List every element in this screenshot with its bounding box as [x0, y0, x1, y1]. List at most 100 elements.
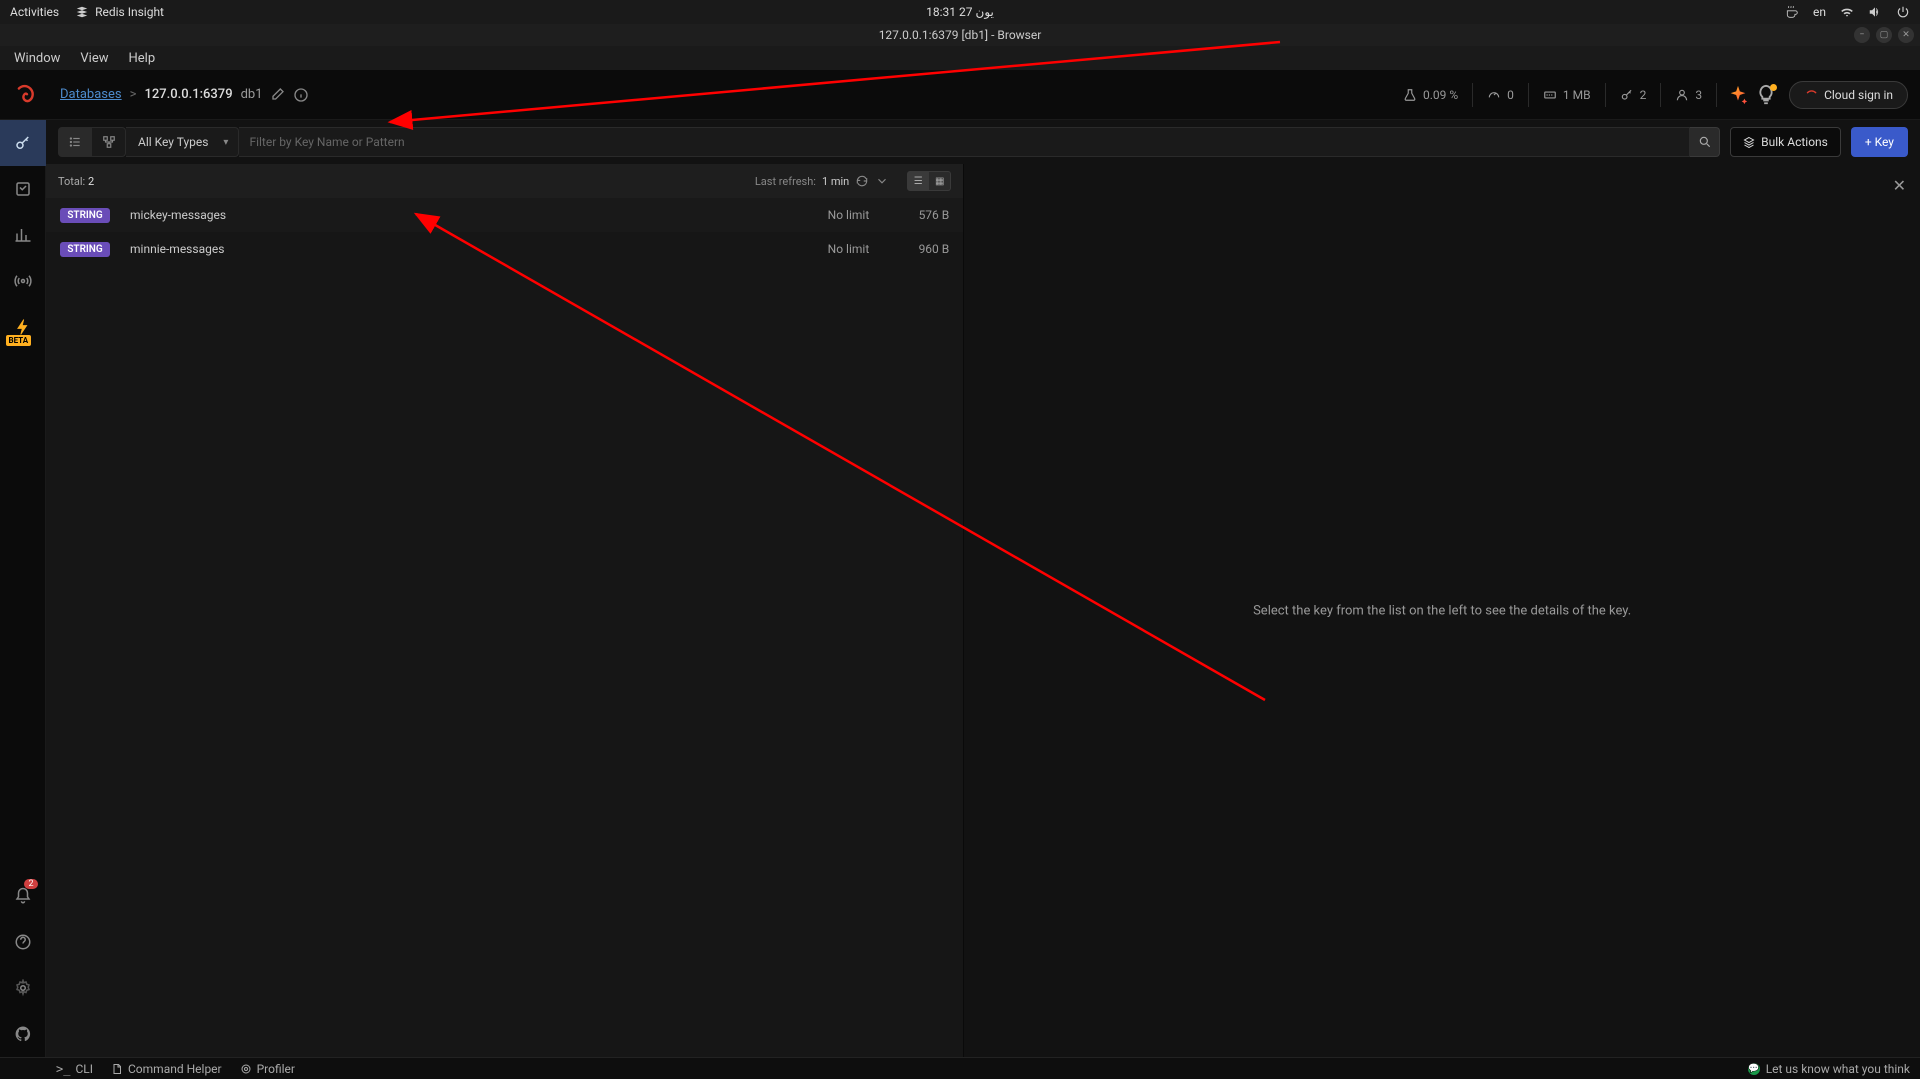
- browser-toolbar: All Key Types Bulk Actions + Key: [46, 120, 1920, 164]
- footer-command-helper[interactable]: Command Helper: [111, 1062, 222, 1076]
- table-row[interactable]: STRING minnie-messages No limit 960 B: [46, 232, 963, 266]
- system-bar: Activities Redis Insight يون 27 18:31 en: [0, 0, 1920, 24]
- wifi-icon[interactable]: [1840, 5, 1854, 19]
- user-icon: [1675, 88, 1689, 102]
- system-clock[interactable]: يون 27 18:31: [926, 5, 994, 19]
- pencil-icon[interactable]: [269, 87, 285, 103]
- key-type-label: All Key Types: [138, 135, 208, 149]
- content-area: All Key Types Bulk Actions + Key Total: …: [46, 120, 1920, 1057]
- notification-count: 2: [24, 879, 37, 889]
- app-indicator[interactable]: Redis Insight: [75, 5, 164, 19]
- activities-menu[interactable]: Activities: [10, 5, 59, 19]
- info-icon[interactable]: [293, 87, 309, 103]
- sidebar-item-pubsub[interactable]: [0, 258, 46, 304]
- key-type-tag: STRING: [60, 208, 110, 223]
- window-title: 127.0.0.1:6379 [db1] - Browser: [879, 28, 1042, 42]
- keys-list-pane: Total: 2 Last refresh: 1 min ☰ ▦: [46, 164, 964, 1057]
- stat-keys-value: 2: [1640, 88, 1647, 102]
- bulk-actions-button[interactable]: Bulk Actions: [1730, 127, 1841, 157]
- bolt-icon: [14, 318, 32, 336]
- stat-memory-value: 1 MB: [1563, 88, 1591, 102]
- columns-view-compact[interactable]: ▦: [929, 171, 951, 191]
- sidebar-item-github[interactable]: [0, 1011, 46, 1057]
- power-icon[interactable]: [1896, 5, 1910, 19]
- filter-input[interactable]: [239, 127, 1690, 157]
- key-size: 960 B: [889, 242, 949, 256]
- window-close[interactable]: ✕: [1898, 27, 1914, 43]
- total-label: Total: 2: [58, 175, 94, 188]
- footer-profiler[interactable]: Profiler: [240, 1062, 295, 1076]
- footer-feedback[interactable]: 💬 Let us know what you think: [1748, 1062, 1910, 1076]
- search-icon: [1698, 135, 1712, 149]
- key-type-tag: STRING: [60, 242, 110, 257]
- stat-commands-value: 0: [1507, 88, 1514, 102]
- coffee-icon[interactable]: [1785, 5, 1799, 19]
- menu-view[interactable]: View: [72, 49, 116, 68]
- header-stats: 0.09 % 0 1 MB 2 3 Cloud sign in: [1389, 81, 1908, 109]
- lang-indicator[interactable]: en: [1813, 5, 1826, 19]
- list-icon: [68, 135, 82, 149]
- window-maximize[interactable]: ▢: [1876, 27, 1892, 43]
- key-name: mickey-messages: [130, 208, 769, 222]
- refresh-icon[interactable]: [855, 174, 869, 188]
- key-size: 576 B: [889, 208, 949, 222]
- key-type-select[interactable]: All Key Types: [126, 127, 239, 157]
- key-name: minnie-messages: [130, 242, 769, 256]
- left-sidebar: BETA 2: [0, 120, 46, 1057]
- breadcrumb: Databases > 127.0.0.1:6379 db1: [60, 87, 309, 103]
- sidebar-item-settings[interactable]: [0, 965, 46, 1011]
- stat-clients: 3: [1661, 83, 1717, 107]
- volume-icon[interactable]: [1868, 5, 1882, 19]
- total-value: 2: [88, 175, 94, 188]
- github-icon: [14, 1025, 32, 1043]
- window-minimize[interactable]: −: [1854, 27, 1870, 43]
- stat-commands: 0: [1473, 83, 1529, 107]
- chart-icon: [14, 226, 32, 244]
- breadcrumb-db-chip: db1: [241, 87, 285, 103]
- sidebar-item-browser[interactable]: [0, 120, 46, 166]
- sidebar-item-notifications[interactable]: 2: [0, 873, 46, 919]
- menu-help[interactable]: Help: [121, 49, 164, 68]
- beta-badge: BETA: [6, 335, 32, 346]
- tips-button[interactable]: [1755, 84, 1777, 106]
- cloud-signin-button[interactable]: Cloud sign in: [1789, 81, 1908, 109]
- refresh-value: 1 min: [822, 175, 849, 188]
- app-name-label: Redis Insight: [95, 5, 164, 19]
- workbench-icon: [14, 180, 32, 198]
- table-row[interactable]: STRING mickey-messages No limit 576 B: [46, 198, 963, 232]
- footer-cli-label: CLI: [75, 1062, 93, 1076]
- app-menubar: Window View Help: [0, 46, 1920, 70]
- sidebar-item-workbench[interactable]: [0, 166, 46, 212]
- sidebar-item-triggers[interactable]: BETA: [0, 304, 46, 350]
- stat-clients-value: 3: [1695, 88, 1702, 102]
- redis-logo[interactable]: [12, 80, 42, 110]
- columns-view-list[interactable]: ☰: [907, 171, 929, 191]
- sidebar-item-analysis[interactable]: [0, 212, 46, 258]
- document-icon: [111, 1063, 123, 1075]
- add-key-button[interactable]: + Key: [1851, 127, 1908, 157]
- chevron-down-icon[interactable]: [875, 174, 889, 188]
- breadcrumb-databases-link[interactable]: Databases: [60, 87, 122, 102]
- view-mode-tree-button[interactable]: [92, 127, 126, 157]
- stat-cpu: 0.09 %: [1389, 83, 1473, 107]
- window-titlebar: 127.0.0.1:6379 [db1] - Browser − ▢ ✕: [0, 24, 1920, 46]
- breadcrumb-host: 127.0.0.1:6379: [144, 87, 232, 102]
- footer-profiler-label: Profiler: [257, 1062, 295, 1076]
- footer-cli[interactable]: >_ CLI: [56, 1062, 93, 1076]
- view-mode-list-button[interactable]: [58, 127, 92, 157]
- db-index-label: db1: [241, 87, 263, 102]
- key-icon: [1620, 88, 1634, 102]
- storage-icon: [1543, 88, 1557, 102]
- bulk-actions-label: Bulk Actions: [1761, 135, 1828, 149]
- insights-button[interactable]: [1727, 84, 1749, 106]
- tree-icon: [102, 135, 116, 149]
- lab-icon: [1403, 88, 1417, 102]
- notification-dot: [1770, 84, 1777, 91]
- menu-window[interactable]: Window: [6, 49, 68, 68]
- total-label-text: Total:: [58, 175, 85, 188]
- close-icon[interactable]: ✕: [1893, 176, 1906, 195]
- search-button[interactable]: [1690, 127, 1720, 157]
- footer-cmdhelper-label: Command Helper: [128, 1062, 222, 1076]
- target-icon: [240, 1063, 252, 1075]
- sidebar-item-help[interactable]: [0, 919, 46, 965]
